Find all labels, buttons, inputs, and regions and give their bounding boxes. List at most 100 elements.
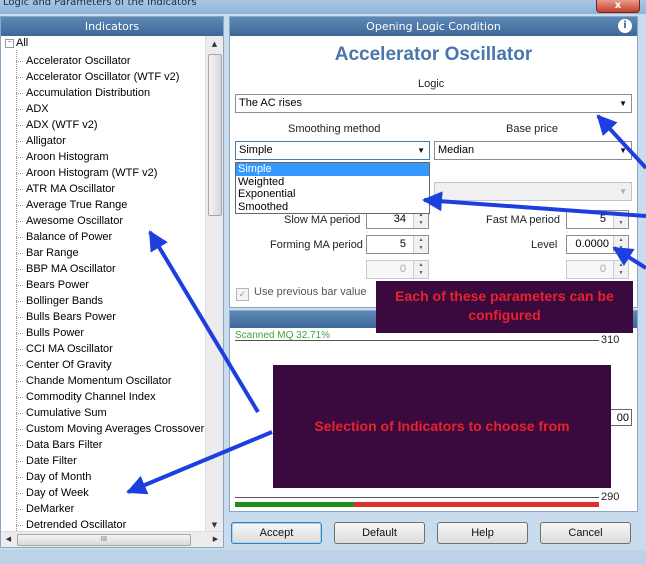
parameters-callout: Each of these parameters can be configur… xyxy=(376,281,633,333)
level-label: Level xyxy=(531,239,558,251)
disabled-stepper-2: 0 ▲ ▼ xyxy=(566,260,629,279)
indicator-item[interactable]: Day of Month xyxy=(16,469,204,485)
scan-progress-bar xyxy=(235,502,599,507)
scroll-right-arrow-icon[interactable]: ▶ xyxy=(208,532,223,547)
dropdown-option[interactable]: Exponential xyxy=(236,188,429,201)
dropdown-option[interactable]: Smoothed xyxy=(236,201,429,214)
logic-select-value: The AC rises xyxy=(239,97,302,109)
logic-label: Logic xyxy=(418,78,445,90)
chart-bottom-line xyxy=(235,497,599,498)
indicator-item[interactable]: Data Bars Filter xyxy=(16,437,204,453)
stepper-buttons: ▲ ▼ xyxy=(613,261,628,278)
indicators-caption: Indicators xyxy=(1,17,223,36)
indicator-item[interactable]: Center Of Gravity xyxy=(16,357,204,373)
base-price-value: Median xyxy=(438,144,475,156)
indicator-item[interactable]: Chande Momentum Oscillator xyxy=(16,373,204,389)
chevron-down-icon: ▼ xyxy=(619,99,627,108)
indicator-item[interactable]: Aroon Histogram (WTF v2) xyxy=(16,165,204,181)
indicator-item[interactable]: Bulls Power xyxy=(16,325,204,341)
cancel-button[interactable]: Cancel xyxy=(540,522,631,544)
stepper-down-icon[interactable]: ▼ xyxy=(414,219,428,227)
chevron-down-icon: ▼ xyxy=(619,187,627,196)
info-icon[interactable]: i xyxy=(618,19,632,33)
stepper-buttons[interactable]: ▲ ▼ xyxy=(413,236,428,253)
base-price-select[interactable]: Median ▼ xyxy=(434,141,632,160)
indicator-title: Accelerator Oscillator xyxy=(334,44,533,65)
indicator-item[interactable]: ADX xyxy=(16,101,204,117)
scroll-thumb[interactable] xyxy=(208,54,222,216)
indicator-item[interactable]: Accelerator Oscillator (WTF v2) xyxy=(16,69,204,85)
indicator-item[interactable]: Day of Week xyxy=(16,485,204,501)
indicator-item[interactable]: Bulls Bears Power xyxy=(16,309,204,325)
smoothing-method-select[interactable]: Simple ▼ xyxy=(235,141,430,160)
indicators-callout: Selection of Indicators to choose from xyxy=(273,365,611,488)
logic-condition-caption: Opening Logic Condition xyxy=(230,17,637,36)
disabled-value-1: 0 xyxy=(399,263,406,275)
scroll-left-arrow-icon[interactable]: ◀ xyxy=(1,532,16,547)
base-price-label: Base price xyxy=(506,123,558,135)
stepper-down-icon: ▼ xyxy=(618,270,624,276)
tree-root[interactable]: − All xyxy=(5,37,28,49)
indicator-item[interactable]: DeMarker xyxy=(16,501,204,517)
indicator-item[interactable]: Awesome Oscillator xyxy=(16,213,204,229)
forming-ma-value: 5 xyxy=(399,238,406,250)
dropdown-option[interactable]: Weighted xyxy=(236,176,429,189)
stepper-down-icon: ▼ xyxy=(418,270,424,276)
smoothing-method-label: Smoothing method xyxy=(288,123,381,135)
stepper-buttons[interactable]: ▲ ▼ xyxy=(613,236,628,253)
stepper-up-icon[interactable]: ▲ xyxy=(614,211,628,219)
chevron-down-icon: ▼ xyxy=(417,146,425,155)
fast-ma-label: Fast MA period xyxy=(486,214,560,226)
stepper-up-icon[interactable]: ▲ xyxy=(614,236,628,244)
status-bar xyxy=(0,550,646,564)
dropdown-option[interactable]: Simple xyxy=(236,163,429,176)
indicators-panel: Indicators − All Accelerator Oscillator Ac… xyxy=(0,16,224,548)
use-previous-bar-checkbox[interactable]: ✓ Use previous bar value xyxy=(236,286,367,301)
slow-ma-label: Slow MA period xyxy=(284,214,361,226)
indicator-item[interactable]: Date Filter xyxy=(16,453,204,469)
accept-button[interactable]: Accept xyxy=(231,522,322,544)
indicator-item[interactable]: Average True Range xyxy=(16,197,204,213)
collapse-icon[interactable]: − xyxy=(5,38,14,48)
scroll-thumb-horizontal[interactable]: III xyxy=(17,534,191,546)
indicator-item[interactable]: Alligator xyxy=(16,133,204,149)
indicator-item[interactable]: BBP MA Oscillator xyxy=(16,261,204,277)
use-previous-bar-label: Use previous bar value xyxy=(254,286,367,298)
level-stepper[interactable]: 0.0000 ▲ ▼ xyxy=(566,235,629,254)
default-button[interactable]: Default xyxy=(334,522,425,544)
stepper-down-icon[interactable]: ▼ xyxy=(614,219,628,227)
disabled-select: ▼ xyxy=(434,182,632,201)
indicator-list-vertical-scrollbar[interactable]: ▲ ▼ xyxy=(205,36,223,533)
axis-top-label: 310 xyxy=(601,334,620,346)
indicator-item[interactable]: Accumulation Distribution xyxy=(16,85,204,101)
stepper-down-icon[interactable]: ▼ xyxy=(414,244,428,252)
indicator-item[interactable]: ATR MA Oscillator xyxy=(16,181,204,197)
indicator-item[interactable]: Bollinger Bands xyxy=(16,293,204,309)
chevron-down-icon: ▼ xyxy=(619,146,627,155)
logic-select[interactable]: The AC rises ▼ xyxy=(235,94,632,113)
stepper-up-icon[interactable]: ▲ xyxy=(414,236,428,244)
indicator-item[interactable]: Bears Power xyxy=(16,277,204,293)
indicator-item[interactable]: Accelerator Oscillator xyxy=(16,53,204,69)
indicator-item[interactable]: Cumulative Sum xyxy=(16,405,204,421)
indicator-tree: − All Accelerator Oscillator Accelerator O… xyxy=(1,36,206,533)
indicator-item[interactable]: CCI MA Oscillator xyxy=(16,341,204,357)
logic-condition-panel: Opening Logic Condition i Accelerator Os… xyxy=(229,16,638,308)
scroll-up-arrow-icon[interactable]: ▲ xyxy=(206,36,223,52)
indicator-item[interactable]: Aroon Histogram xyxy=(16,149,204,165)
fast-ma-stepper[interactable]: 5 ▲ ▼ xyxy=(566,210,629,229)
stepper-down-icon[interactable]: ▼ xyxy=(614,244,628,252)
indicator-item[interactable]: Bar Range xyxy=(16,245,204,261)
indicator-item[interactable]: Balance of Power xyxy=(16,229,204,245)
indicator-item[interactable]: ADX (WTF v2) xyxy=(16,117,204,133)
checkbox-check-icon[interactable]: ✓ xyxy=(236,288,249,301)
help-button[interactable]: Help xyxy=(437,522,528,544)
stepper-buttons[interactable]: ▲ ▼ xyxy=(613,211,628,228)
indicator-list: Accelerator Oscillator Accelerator Oscill… xyxy=(16,53,204,533)
indicator-item[interactable]: Commodity Channel Index xyxy=(16,389,204,405)
forming-ma-stepper[interactable]: 5 ▲ ▼ xyxy=(366,235,429,254)
indicator-item[interactable]: Custom Moving Averages Crossover xyxy=(16,421,204,437)
level-value: 0.0000 xyxy=(575,238,609,250)
indicator-list-horizontal-scrollbar[interactable]: ◀ III ▶ xyxy=(1,531,223,547)
window-close-button[interactable]: x xyxy=(596,0,640,13)
